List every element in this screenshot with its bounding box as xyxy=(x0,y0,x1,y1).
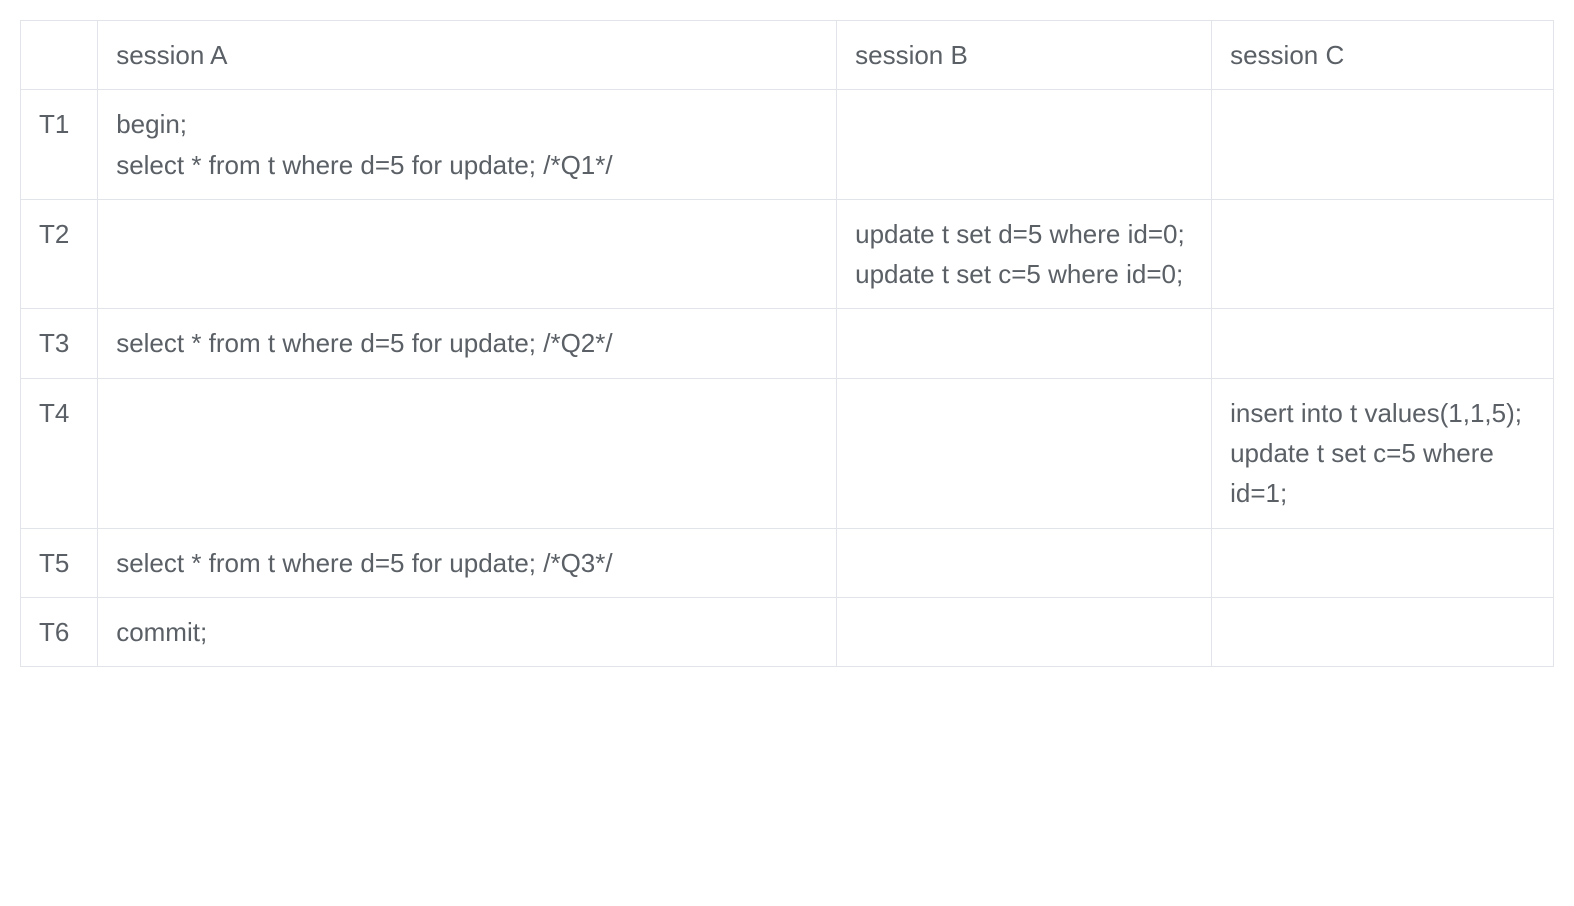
cell-session-a: begin; select * from t where d=5 for upd… xyxy=(98,90,837,200)
cell-session-b: update t set d=5 where id=0; update t se… xyxy=(837,199,1212,309)
table-row: T5 select * from t where d=5 for update;… xyxy=(21,528,1554,597)
cell-session-c xyxy=(1212,528,1554,597)
header-corner xyxy=(21,21,98,90)
table-row: T6 commit; xyxy=(21,597,1554,666)
table-header-row: session A session B session C xyxy=(21,21,1554,90)
cell-session-c xyxy=(1212,597,1554,666)
table-row: T1 begin; select * from t where d=5 for … xyxy=(21,90,1554,200)
time-label: T6 xyxy=(21,597,98,666)
time-label: T2 xyxy=(21,199,98,309)
time-label: T4 xyxy=(21,378,98,528)
cell-session-a xyxy=(98,199,837,309)
table-row: T2 update t set d=5 where id=0; update t… xyxy=(21,199,1554,309)
time-label: T1 xyxy=(21,90,98,200)
cell-session-c: insert into t values(1,1,5); update t se… xyxy=(1212,378,1554,528)
time-label: T5 xyxy=(21,528,98,597)
cell-session-c xyxy=(1212,309,1554,378)
cell-session-c xyxy=(1212,199,1554,309)
header-session-a: session A xyxy=(98,21,837,90)
header-session-c: session C xyxy=(1212,21,1554,90)
session-timeline-table: session A session B session C T1 begin; … xyxy=(20,20,1554,667)
time-label: T3 xyxy=(21,309,98,378)
cell-session-b xyxy=(837,90,1212,200)
table-row: T3 select * from t where d=5 for update;… xyxy=(21,309,1554,378)
table-row: T4 insert into t values(1,1,5); update t… xyxy=(21,378,1554,528)
cell-session-b xyxy=(837,528,1212,597)
header-session-b: session B xyxy=(837,21,1212,90)
cell-session-c xyxy=(1212,90,1554,200)
cell-session-b xyxy=(837,309,1212,378)
cell-session-a: select * from t where d=5 for update; /*… xyxy=(98,309,837,378)
cell-session-a: select * from t where d=5 for update; /*… xyxy=(98,528,837,597)
cell-session-a: commit; xyxy=(98,597,837,666)
cell-session-b xyxy=(837,378,1212,528)
cell-session-b xyxy=(837,597,1212,666)
cell-session-a xyxy=(98,378,837,528)
